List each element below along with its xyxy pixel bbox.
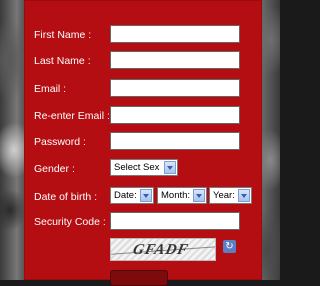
dob-date-select[interactable]: Date: — [110, 187, 154, 204]
first-name-field[interactable] — [110, 25, 240, 43]
security-code-field[interactable] — [110, 212, 240, 230]
last-name-row: Last Name : — [24, 51, 262, 73]
refresh-icon[interactable]: ↻ — [223, 240, 236, 253]
password-field[interactable] — [110, 132, 240, 150]
captcha-code: GFADF — [131, 242, 191, 258]
last-name-field[interactable] — [110, 51, 240, 69]
security-code-row: Security Code : — [24, 212, 262, 234]
dob-month-value: Month: — [161, 190, 191, 201]
gender-label: Gender : — [34, 163, 75, 175]
dob-date-value: Date: — [114, 190, 137, 201]
email-row: Email : — [24, 79, 262, 101]
chevron-down-icon — [164, 161, 176, 174]
reenter-email-row: Re-enter Email : — [24, 106, 262, 128]
chevron-down-icon — [140, 189, 152, 202]
chevron-down-icon — [193, 189, 205, 202]
password-row: Password : — [24, 132, 262, 154]
gender-select-value: Select Sex — [114, 162, 160, 173]
password-label: Password : — [34, 136, 86, 148]
first-name-row: First Name : — [24, 25, 262, 47]
reenter-email-label: Re-enter Email : — [34, 110, 110, 122]
security-code-label: Security Code : — [34, 216, 106, 228]
email-field[interactable] — [110, 79, 240, 97]
dob-year-select[interactable]: Year: — [209, 187, 252, 204]
reenter-email-field[interactable] — [110, 106, 240, 124]
chevron-down-icon — [238, 189, 250, 202]
registration-form: First Name : Last Name : Email : Re-ente… — [24, 0, 262, 286]
gender-select[interactable]: Select Sex — [110, 159, 178, 176]
last-name-label: Last Name : — [34, 55, 91, 67]
dob-month-select[interactable]: Month: — [157, 187, 207, 204]
first-name-label: First Name : — [34, 29, 92, 41]
dob-row: Date of birth : Date: Month: Year: — [24, 187, 262, 209]
captcha-image: GFADF — [110, 238, 216, 261]
dob-label: Date of birth : — [34, 191, 98, 203]
submit-button[interactable] — [110, 270, 168, 286]
gender-row: Gender : Select Sex — [24, 159, 262, 181]
email-label: Email : — [34, 83, 67, 95]
dob-year-value: Year: — [213, 190, 235, 201]
